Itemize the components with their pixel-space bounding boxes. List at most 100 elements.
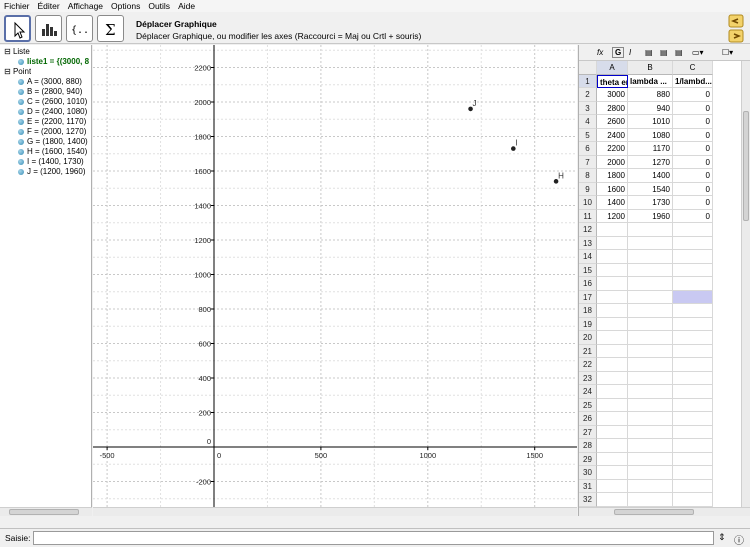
sheet-cell[interactable] <box>597 385 628 399</box>
sheet-cell[interactable] <box>628 439 673 453</box>
collapse-icon[interactable]: ⊟ <box>4 67 13 76</box>
row-header[interactable]: 28 <box>579 439 597 453</box>
sheet-cell[interactable] <box>673 425 713 439</box>
sheet-cell[interactable] <box>597 412 628 426</box>
sheet-cell[interactable]: 1730 <box>628 196 673 210</box>
sheet-cell[interactable] <box>628 371 673 385</box>
row-header[interactable]: 24 <box>579 385 597 399</box>
sheet-cell[interactable] <box>673 398 713 412</box>
sheet-cell[interactable] <box>673 466 713 480</box>
sheet-cell[interactable]: 0 <box>673 88 713 102</box>
sheet-cell[interactable] <box>628 412 673 426</box>
sheet-cell[interactable] <box>673 412 713 426</box>
background-color-icon[interactable]: ▭▾ <box>692 48 704 57</box>
sheet-cell[interactable] <box>673 277 713 291</box>
visibility-dot-icon[interactable] <box>18 159 24 165</box>
sheet-cell[interactable] <box>673 479 713 493</box>
row-header[interactable]: 27 <box>579 425 597 439</box>
sheet-cell[interactable] <box>673 250 713 264</box>
point-item[interactable]: I = (1400, 1730) <box>18 157 84 167</box>
sheet-cell[interactable] <box>628 277 673 291</box>
visibility-dot-icon[interactable] <box>18 99 24 105</box>
row-header[interactable]: 32 <box>579 493 597 507</box>
visibility-dot-icon[interactable] <box>18 109 24 115</box>
sheet-cell[interactable] <box>673 331 713 345</box>
sheet-cell[interactable] <box>673 493 713 507</box>
row-header[interactable]: 16 <box>579 277 597 291</box>
sheet-cell[interactable] <box>673 371 713 385</box>
sheet-cell[interactable] <box>628 250 673 264</box>
sheet-cell[interactable] <box>628 452 673 466</box>
point-item[interactable]: H = (1600, 1540) <box>18 147 87 157</box>
visibility-dot-icon[interactable] <box>18 139 24 145</box>
menu-item[interactable]: Options <box>107 1 144 11</box>
column-header-A[interactable]: A <box>597 61 628 75</box>
sheet-cell[interactable]: 0 <box>673 182 713 196</box>
sheet-cell[interactable]: 1600 <box>597 182 628 196</box>
command-input[interactable] <box>33 531 714 545</box>
row-header[interactable]: 20 <box>579 331 597 345</box>
point-item[interactable]: B = (2800, 940) <box>18 87 82 97</box>
row-header[interactable]: 10 <box>579 196 597 210</box>
sheet-cell[interactable] <box>597 223 628 237</box>
sheet-cell[interactable]: 0 <box>673 128 713 142</box>
sheet-cell[interactable] <box>628 479 673 493</box>
row-header[interactable]: 5 <box>579 128 597 142</box>
scroll-thumb[interactable] <box>614 509 694 515</box>
sheet-cell[interactable]: 0 <box>673 101 713 115</box>
bar-chart-tool-button[interactable] <box>35 15 62 42</box>
sheet-cell[interactable] <box>628 358 673 372</box>
row-header[interactable]: 7 <box>579 155 597 169</box>
sheet-cell[interactable]: 1200 <box>597 209 628 223</box>
menu-item[interactable]: Affichage <box>64 1 107 11</box>
sheet-cell[interactable] <box>597 452 628 466</box>
list-tool-button[interactable]: {..} <box>66 15 93 42</box>
algebra-hscrollbar[interactable] <box>0 507 92 516</box>
input-help-icon[interactable]: ⓘ <box>734 532 744 547</box>
sheet-cell[interactable] <box>597 439 628 453</box>
menu-item[interactable]: Éditer <box>34 1 64 11</box>
row-header[interactable]: 4 <box>579 115 597 129</box>
sheet-cell[interactable] <box>673 439 713 453</box>
visibility-dot-icon[interactable] <box>18 149 24 155</box>
point-item[interactable]: G = (1800, 1400) <box>18 137 88 147</box>
point-item[interactable]: C = (2600, 1010) <box>18 97 87 107</box>
row-header[interactable]: 21 <box>579 344 597 358</box>
row-header[interactable]: 23 <box>579 371 597 385</box>
sheet-cell[interactable]: 1400 <box>597 196 628 210</box>
row-header[interactable]: 6 <box>579 142 597 156</box>
sheet-cell[interactable]: 0 <box>673 115 713 129</box>
sheet-hscrollbar[interactable] <box>579 507 750 516</box>
row-header[interactable]: 2 <box>579 88 597 102</box>
tree-group-list[interactable]: ⊟ Liste <box>4 47 30 57</box>
sheet-cell[interactable] <box>628 331 673 345</box>
move-tool-button[interactable] <box>4 15 31 42</box>
sheet-cell[interactable] <box>597 479 628 493</box>
sum-tool-button[interactable]: Σ <box>97 15 124 42</box>
sheet-cell[interactable]: 0 <box>673 155 713 169</box>
sheet-cell[interactable] <box>673 236 713 250</box>
row-header[interactable]: 13 <box>579 236 597 250</box>
sheet-cell[interactable] <box>628 263 673 277</box>
row-header[interactable]: 15 <box>579 263 597 277</box>
row-header[interactable]: 29 <box>579 452 597 466</box>
visibility-dot-icon[interactable] <box>18 129 24 135</box>
row-header[interactable]: 22 <box>579 358 597 372</box>
row-header[interactable]: 26 <box>579 412 597 426</box>
sheet-cell[interactable]: 1540 <box>628 182 673 196</box>
fx-button[interactable]: fx <box>597 48 603 57</box>
visibility-dot-icon[interactable] <box>18 59 24 65</box>
sheet-cell[interactable]: lambda ... <box>628 74 673 88</box>
sheet-cell[interactable] <box>597 304 628 318</box>
sheet-cell[interactable] <box>597 277 628 291</box>
sheet-cell[interactable]: 2600 <box>597 115 628 129</box>
sheet-cell[interactable] <box>628 304 673 318</box>
sheet-cell[interactable] <box>673 304 713 318</box>
point-item[interactable]: F = (2000, 1270) <box>18 127 86 137</box>
list-item[interactable]: liste1 = {(3000, 8 <box>18 57 89 67</box>
redo-icon[interactable] <box>728 29 744 43</box>
align-right-icon[interactable]: ▤ <box>675 48 683 57</box>
sheet-cell[interactable]: 1800 <box>597 169 628 183</box>
bold-button[interactable]: G <box>612 47 625 58</box>
sheet-cell[interactable] <box>673 290 713 304</box>
